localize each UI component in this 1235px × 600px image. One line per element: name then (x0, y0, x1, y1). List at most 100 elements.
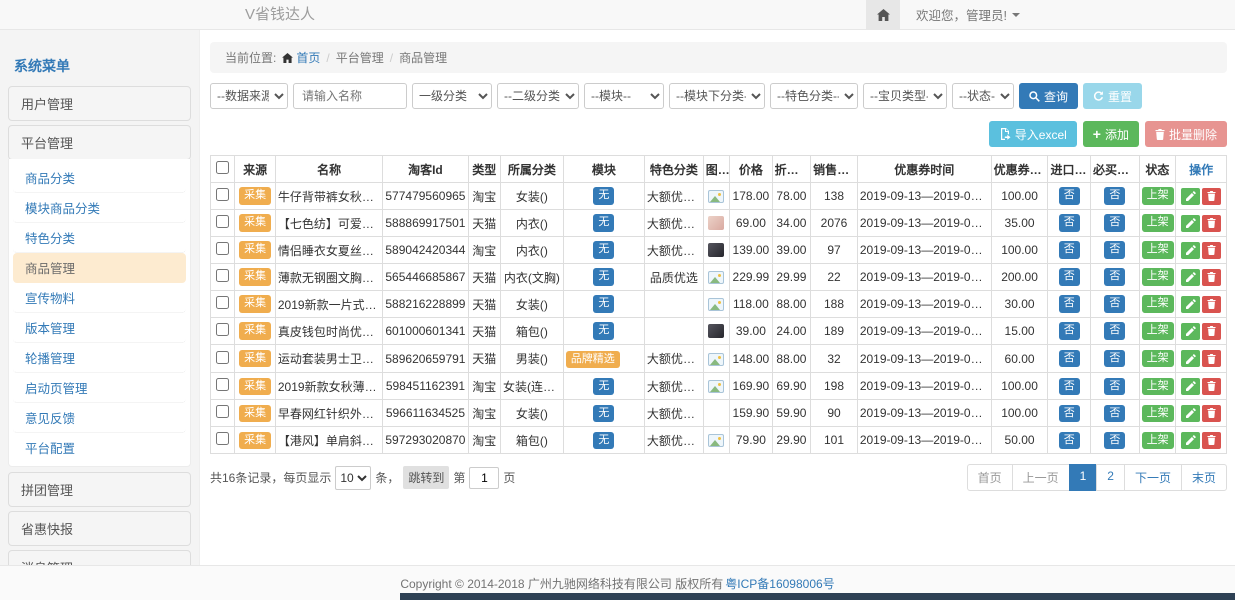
select-all-checkbox[interactable] (216, 161, 229, 174)
delete-button[interactable] (1202, 323, 1221, 340)
delete-button[interactable] (1202, 350, 1221, 367)
module-sub-select[interactable]: --模块下分类-- (669, 83, 765, 109)
must-buy-badge[interactable]: 否 (1104, 432, 1125, 449)
reset-button[interactable]: 重置 (1083, 83, 1142, 109)
edit-button[interactable] (1181, 323, 1200, 340)
edit-button[interactable] (1181, 432, 1200, 449)
status-select[interactable]: --状态-- (952, 83, 1014, 109)
status-badge[interactable]: 上架 (1142, 214, 1174, 231)
row-checkbox[interactable] (216, 351, 229, 364)
per-page-select[interactable]: 10 (335, 466, 371, 490)
import-select-badge[interactable]: 否 (1059, 405, 1080, 422)
sidebar-item-module-goods-category[interactable]: 模块商品分类 (13, 193, 186, 223)
status-badge[interactable]: 上架 (1142, 350, 1174, 367)
sidebar-item-splash-management[interactable]: 启动页管理 (13, 373, 186, 403)
import-select-badge[interactable]: 否 (1059, 241, 1080, 258)
must-buy-badge[interactable]: 否 (1104, 378, 1125, 395)
icp-link[interactable]: 粤ICP备16098006号 (725, 575, 834, 592)
item-type-select[interactable]: --宝贝类型-- (863, 83, 947, 109)
edit-button[interactable] (1181, 188, 1200, 205)
must-buy-badge[interactable]: 否 (1104, 241, 1125, 258)
status-badge[interactable]: 上架 (1142, 187, 1174, 204)
row-checkbox[interactable] (216, 215, 229, 228)
sidebar-item-carousel-management[interactable]: 轮播管理 (13, 343, 186, 373)
row-checkbox[interactable] (216, 269, 229, 282)
must-buy-badge[interactable]: 否 (1104, 295, 1125, 312)
sidebar-group-express[interactable]: 省惠快报 (8, 511, 191, 546)
edit-button[interactable] (1181, 405, 1200, 422)
edit-button[interactable] (1181, 269, 1200, 286)
pager-page-1[interactable]: 1 (1069, 464, 1098, 491)
row-checkbox[interactable] (216, 405, 229, 418)
sidebar-item-feedback[interactable]: 意见反馈 (13, 403, 186, 433)
status-badge[interactable]: 上架 (1142, 405, 1174, 422)
import-select-badge[interactable]: 否 (1059, 214, 1080, 231)
sidebar-group-groupbuy[interactable]: 拼团管理 (8, 472, 191, 507)
search-button[interactable]: 查询 (1019, 83, 1078, 109)
import-select-badge[interactable]: 否 (1059, 378, 1080, 395)
import-select-badge[interactable]: 否 (1059, 268, 1080, 285)
status-badge[interactable]: 上架 (1142, 432, 1174, 449)
import-select-badge[interactable]: 否 (1059, 187, 1080, 204)
sidebar-item-version-management[interactable]: 版本管理 (13, 313, 186, 343)
row-checkbox[interactable] (216, 242, 229, 255)
name-search-input[interactable] (293, 83, 407, 109)
row-checkbox[interactable] (216, 188, 229, 201)
pager-page-2[interactable]: 2 (1096, 464, 1125, 491)
delete-button[interactable] (1202, 378, 1221, 395)
home-nav-button[interactable] (866, 0, 900, 29)
pager-first[interactable]: 首页 (967, 464, 1013, 491)
sidebar-item-platform-config[interactable]: 平台配置 (13, 433, 186, 462)
import-select-badge[interactable]: 否 (1059, 432, 1080, 449)
feature-category-select[interactable]: --特色分类-- (770, 83, 858, 109)
status-badge[interactable]: 上架 (1142, 378, 1174, 395)
pager-last[interactable]: 末页 (1181, 464, 1227, 491)
must-buy-badge[interactable]: 否 (1104, 268, 1125, 285)
delete-button[interactable] (1202, 432, 1221, 449)
edit-button[interactable] (1181, 378, 1200, 395)
edit-button[interactable] (1181, 350, 1200, 367)
page-number-input[interactable] (469, 467, 499, 489)
pager-next[interactable]: 下一页 (1124, 464, 1182, 491)
must-buy-badge[interactable]: 否 (1104, 405, 1125, 422)
delete-button[interactable] (1202, 215, 1221, 232)
sidebar-group-platform[interactable]: 平台管理 (8, 125, 191, 160)
import-excel-button[interactable]: 导入excel (989, 121, 1077, 147)
status-badge[interactable]: 上架 (1142, 295, 1174, 312)
delete-button[interactable] (1202, 405, 1221, 422)
add-button[interactable]: + 添加 (1083, 121, 1139, 147)
jump-button[interactable]: 跳转到 (403, 466, 449, 489)
import-select-badge[interactable]: 否 (1059, 295, 1080, 312)
import-select-badge[interactable]: 否 (1059, 322, 1080, 339)
delete-button[interactable] (1202, 296, 1221, 313)
row-checkbox[interactable] (216, 432, 229, 445)
delete-button[interactable] (1202, 188, 1221, 205)
category2-select[interactable]: --二级分类-- (497, 83, 579, 109)
row-checkbox[interactable] (216, 296, 229, 309)
row-checkbox[interactable] (216, 323, 229, 336)
status-badge[interactable]: 上架 (1142, 241, 1174, 258)
delete-button[interactable] (1202, 269, 1221, 286)
must-buy-badge[interactable]: 否 (1104, 187, 1125, 204)
sidebar-item-goods-category[interactable]: 商品分类 (13, 163, 186, 193)
edit-button[interactable] (1181, 215, 1200, 232)
user-menu[interactable]: 欢迎您，管理员! (916, 5, 1020, 24)
batch-delete-button[interactable]: 批量删除 (1145, 121, 1227, 147)
row-checkbox[interactable] (216, 378, 229, 391)
must-buy-badge[interactable]: 否 (1104, 214, 1125, 231)
breadcrumb-home-link[interactable]: 首页 (282, 49, 320, 66)
must-buy-badge[interactable]: 否 (1104, 322, 1125, 339)
edit-button[interactable] (1181, 242, 1200, 259)
import-select-badge[interactable]: 否 (1059, 350, 1080, 367)
status-badge[interactable]: 上架 (1142, 322, 1174, 339)
delete-button[interactable] (1202, 242, 1221, 259)
sidebar-item-goods-management[interactable]: 商品管理 (13, 253, 186, 283)
edit-button[interactable] (1181, 296, 1200, 313)
sidebar-group-users[interactable]: 用户管理 (8, 86, 191, 121)
sidebar-item-promo-material[interactable]: 宣传物料 (13, 283, 186, 313)
sidebar-item-feature-category[interactable]: 特色分类 (13, 223, 186, 253)
category1-select[interactable]: 一级分类 (412, 83, 492, 109)
must-buy-badge[interactable]: 否 (1104, 350, 1125, 367)
status-badge[interactable]: 上架 (1142, 268, 1174, 285)
pager-prev[interactable]: 上一页 (1012, 464, 1070, 491)
